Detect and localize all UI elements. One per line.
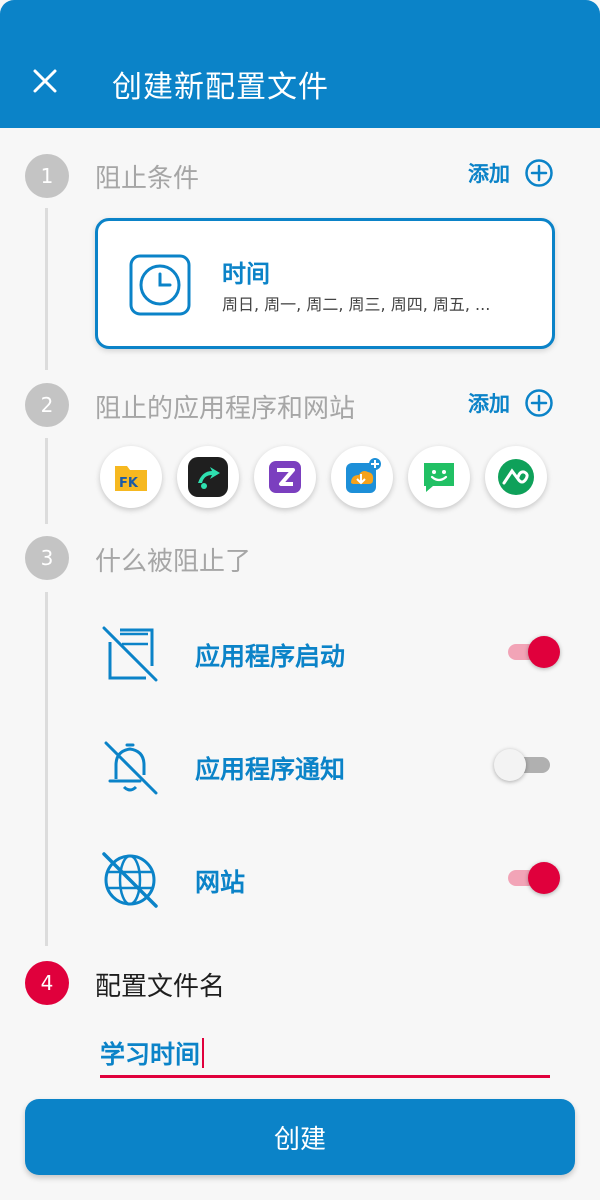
close-icon [33, 69, 57, 93]
step-2-number: 2 [25, 383, 69, 427]
website-toggle[interactable] [508, 862, 560, 894]
notification-blocked-icon [104, 741, 158, 795]
condition-title: 时间 [222, 260, 270, 288]
clock-icon [129, 254, 191, 316]
step-3-title: 什么被阻止了 [95, 547, 252, 577]
app-bar: 创建新配置文件 [0, 0, 600, 128]
add-label: 添加 [468, 162, 510, 186]
zedge-app-icon[interactable] [254, 446, 316, 508]
svg-text:FK: FK [119, 476, 139, 491]
profile-name-input[interactable]: 学习时间 [100, 1030, 550, 1078]
app-launch-label: 应用程序启动 [195, 642, 346, 671]
file-manager-app-icon[interactable]: FK [100, 446, 162, 508]
step-1-title: 阻止条件 [95, 164, 200, 194]
video-player-app-icon[interactable] [177, 446, 239, 508]
create-button[interactable]: 创建 [25, 1099, 575, 1175]
step-4-number: 4 [25, 961, 69, 1005]
step-2-title: 阻止的应用程序和网站 [95, 394, 356, 424]
notification-toggle[interactable] [494, 749, 550, 781]
website-label: 网站 [195, 868, 246, 897]
add-label: 添加 [468, 392, 510, 416]
notification-label: 应用程序通知 [195, 755, 346, 784]
step-1-connector [45, 208, 48, 370]
step-4-title: 配置文件名 [95, 972, 226, 1002]
messages-app-icon[interactable] [408, 446, 470, 508]
blocked-apps-list: FK [100, 446, 547, 508]
block-notification-row[interactable]: 应用程序通知 [100, 730, 560, 800]
website-blocked-icon [102, 852, 158, 908]
step-2-connector [45, 438, 48, 524]
page-title: 创建新配置文件 [112, 70, 329, 105]
add-circle-icon [525, 159, 553, 187]
profile-name-value: 学习时间 [100, 1039, 201, 1069]
time-condition-card[interactable]: 时间 周日, 周一, 周二, 周三, 周四, 周五, ... [95, 218, 555, 349]
app-launch-blocked-icon [102, 626, 158, 682]
text-caret [202, 1037, 205, 1068]
add-condition-button[interactable]: 添加 [468, 158, 554, 188]
app-launch-toggle[interactable] [508, 636, 560, 668]
block-website-row[interactable]: 网站 [100, 843, 560, 913]
vpn-app-icon[interactable] [485, 446, 547, 508]
step-1-number: 1 [25, 154, 69, 198]
condition-days: 周日, 周一, 周二, 周三, 周四, 周五, ... [222, 295, 491, 314]
step-3-number: 3 [25, 536, 69, 580]
step-3-connector [45, 592, 48, 946]
add-app-button[interactable]: 添加 [468, 388, 554, 418]
close-button[interactable] [28, 64, 62, 98]
block-app-launch-row[interactable]: 应用程序启动 [100, 617, 560, 687]
downloader-app-icon[interactable] [331, 446, 393, 508]
add-circle-icon [525, 389, 553, 417]
